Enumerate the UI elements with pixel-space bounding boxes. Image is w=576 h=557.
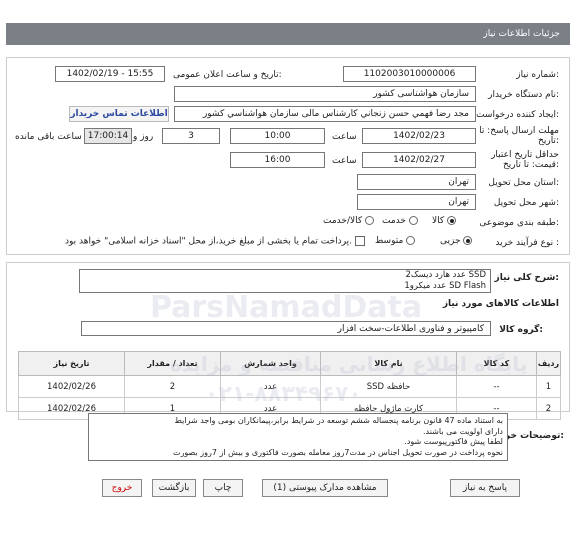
treasury-payment-option[interactable]: پرداخت تمام یا بخشی از مبلغ خرید،از محل …	[65, 236, 365, 247]
buyer-notes-line-1: به استناد ماده 47 قانون برنامه پنجساله ش…	[174, 416, 503, 425]
buyer-contact-link[interactable]: اطلاعات تماس خریدار	[69, 106, 169, 122]
process-medium-text: متوسط	[375, 236, 404, 246]
remaining-label: ساعت باقی مانده	[15, 132, 82, 142]
buyer-notes-line-3: لطفا پیش فاکتورپیوست شود.	[404, 437, 503, 446]
buyer-org-label: نام دستگاه خریدار:	[488, 90, 559, 100]
category-option-goods[interactable]: کالا	[432, 216, 457, 226]
col-name: نام کالا	[320, 351, 457, 376]
process-minor-text: جزیی	[440, 236, 461, 246]
goods-group-label: گروه کالا:	[499, 325, 543, 335]
goods-section-title: اطلاعات کالاهای مورد نیاز	[442, 299, 559, 309]
deadline-time-field: 10:00	[230, 128, 325, 144]
creator-field: مجد رضا فهمي حسن زنجاني کارشناس مالی ساز…	[174, 106, 476, 122]
category-goods-text: کالا	[432, 216, 445, 226]
category-goods-radio[interactable]	[447, 216, 457, 225]
province-field: تهران	[357, 174, 476, 190]
page-header: جزئیات اطلاعات نیاز	[6, 23, 570, 45]
process-minor-radio[interactable]	[463, 236, 473, 245]
cell-code: --	[456, 375, 537, 398]
cell-row: 2	[536, 397, 561, 420]
buyer-notes-line-4: نحوه پرداخت در صورت تحویل اجناس در مدت7ر…	[173, 447, 503, 457]
city-label: شهر محل تحویل:	[493, 198, 559, 208]
cell-name: حافظه SSD	[320, 375, 457, 398]
province-label: استان محل تحویل:	[488, 178, 559, 188]
goods-table: ردیف کد کالا نام کالا واحد شمارش تعداد /…	[18, 351, 561, 420]
validity-time-label: ساعت	[332, 156, 357, 166]
treasury-payment-checkbox[interactable]	[354, 236, 365, 246]
goods-panel: شرح کلی نیاز: 2عدد هارد دیسک SSD 1عدد می…	[6, 262, 570, 420]
col-unit: واحد شمارش	[220, 351, 321, 376]
exit-button[interactable]: خروج	[102, 479, 142, 497]
description-label: شرح کلی نیاز:	[494, 273, 559, 283]
cell-row: 1	[536, 375, 561, 398]
table-row: 1 -- حافظه SSD عدد 2 1402/02/26	[18, 375, 561, 398]
category-option-both[interactable]: کالا/خدمت	[323, 216, 375, 226]
process-option-medium[interactable]: متوسط	[375, 236, 416, 246]
need-info-panel: شماره نیاز: 1102003010000006 تاریخ و ساع…	[6, 57, 570, 255]
category-option-service[interactable]: خدمت	[382, 216, 418, 226]
buyer-org-field: سازمان هواشناسی کشور	[174, 86, 476, 102]
action-bar: پاسخ به نیاز مشاهده مدارک پیوستی (1) چاپ…	[0, 479, 576, 499]
announce-field: 1402/02/19 - 15:55	[55, 66, 165, 82]
description-line-1: 2عدد هارد دیسک SSD	[405, 270, 487, 280]
category-label: طبقه بندی موضوعی:	[479, 218, 559, 228]
validity-time-field: 16:00	[230, 152, 325, 168]
process-medium-radio[interactable]	[406, 236, 416, 245]
deadline-time-label: ساعت	[332, 132, 357, 142]
description-box: 2عدد هارد دیسک SSD 1عدد میکرو SD Flash	[79, 269, 491, 293]
col-code: کد کالا	[456, 351, 537, 376]
reply-button[interactable]: پاسخ به نیاز	[450, 479, 520, 497]
validity-label: حداقل تاریخ اعتبار قیمت: تا تاریخ:	[491, 150, 559, 170]
days-field: 3	[162, 128, 220, 144]
remaining-time-field: 17:00:14	[84, 128, 132, 144]
need-number-label: شماره نیاز:	[516, 70, 559, 80]
view-documents-button[interactable]: مشاهده مدارک پیوستی (1)	[262, 479, 388, 497]
col-row: ردیف	[536, 351, 561, 376]
deadline-date-field: 1402/02/23	[362, 128, 476, 144]
description-line-2: 1عدد میکرو SD Flash	[404, 281, 486, 291]
print-button[interactable]: چاپ	[203, 479, 243, 497]
days-label: روز و	[133, 132, 154, 142]
buyer-notes-line-2: دارای اولویت می باشند.	[423, 426, 503, 436]
validity-date-field: 1402/02/27	[362, 152, 476, 168]
category-both-text: کالا/خدمت	[323, 216, 363, 226]
city-field: تهران	[357, 194, 476, 210]
deadline-label: مهلت ارسال پاسخ: تا تاریخ:	[479, 126, 559, 146]
process-option-minor[interactable]: جزیی	[440, 236, 473, 246]
cell-date: 1402/02/26	[18, 375, 125, 398]
cell-unit: عدد	[220, 375, 321, 398]
cell-qty: 2	[124, 375, 221, 398]
creator-label: ایجاد کننده درخواست:	[476, 110, 559, 120]
goods-table-wrapper: ردیف کد کالا نام کالا واحد شمارش تعداد /…	[18, 351, 561, 420]
need-number-field: 1102003010000006	[343, 66, 476, 82]
category-service-text: خدمت	[382, 216, 406, 226]
goods-table-header: ردیف کد کالا نام کالا واحد شمارش تعداد /…	[18, 351, 561, 376]
goods-group-field: کامپیوتر و فناوری اطلاعات-سخت افزار	[81, 321, 491, 336]
treasury-payment-text: پرداخت تمام یا بخشی از مبلغ خرید،از محل …	[65, 236, 353, 247]
col-date: تاریخ نیاز	[18, 351, 125, 376]
back-button[interactable]: بازگشت	[152, 479, 196, 497]
page-title: جزئیات اطلاعات نیاز	[483, 29, 560, 39]
category-both-radio[interactable]	[365, 216, 375, 225]
announce-label: تاریخ و ساعت اعلان عمومی:	[173, 70, 282, 80]
category-service-radio[interactable]	[408, 216, 418, 225]
buyer-notes-box: به استناد ماده 47 قانون برنامه پنجساله ش…	[88, 413, 508, 461]
col-qty: تعداد / مقدار	[124, 351, 221, 376]
process-label: نوع فرآیند خرید :	[495, 238, 559, 248]
